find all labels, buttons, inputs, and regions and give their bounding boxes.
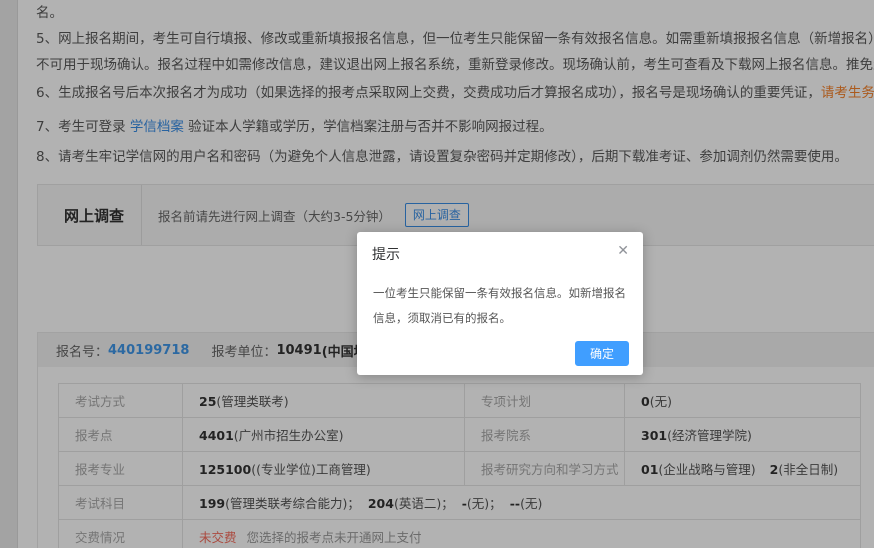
dialog-footer: 确定 [574,341,629,366]
dialog-header: 提示 ✕ [357,232,643,263]
dialog-message-line1: 一位考生只能保留一条有效报名信息。如新增报名 [373,286,626,300]
confirm-button[interactable]: 确定 [574,341,629,366]
dialog-message-line2: 信息，须取消已有的报名。 [373,311,511,325]
dialog-title: 提示 [372,247,400,263]
dialog-body: 一位考生只能保留一条有效报名信息。如新增报名 信息，须取消已有的报名。 [357,263,643,331]
close-icon[interactable]: ✕ [617,243,629,259]
registration-page: 名。 5、网上报名期间，考生可自行填报、修改或重新填报报名信息，但一位考生只能保… [0,0,874,548]
alert-dialog: 提示 ✕ 一位考生只能保留一条有效报名信息。如新增报名 信息，须取消已有的报名。… [357,232,643,375]
